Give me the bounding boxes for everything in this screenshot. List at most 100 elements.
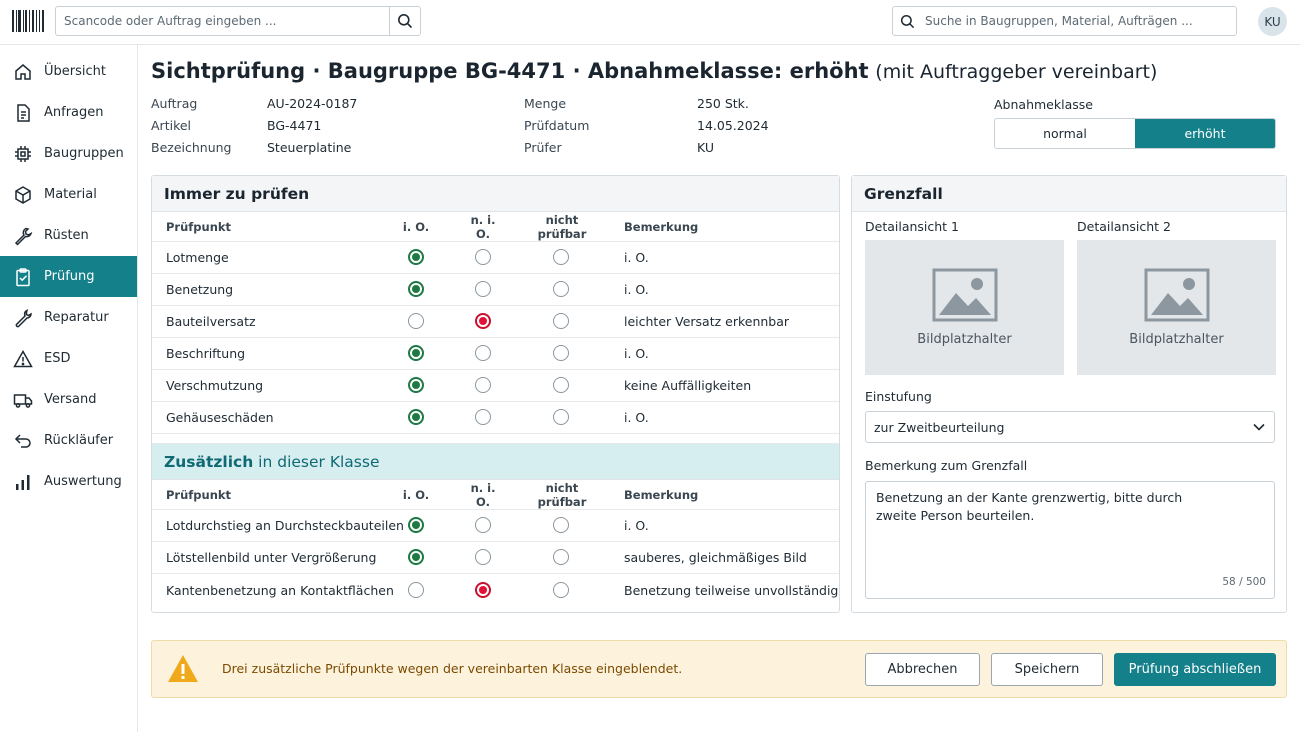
sidebar-item-ruesten[interactable]: Rüsten [0, 215, 137, 256]
check-panel: Immer zu prüfen Prüfpunkt i. O. n. i. O.… [151, 175, 840, 613]
sidebar-item-label: Anfragen [44, 105, 104, 120]
radio-io[interactable] [408, 409, 424, 425]
radio-nio[interactable] [475, 313, 491, 329]
radio-io[interactable] [408, 249, 424, 265]
radio-np[interactable] [553, 281, 569, 297]
user-avatar[interactable]: KU [1258, 7, 1287, 36]
bemerkung-textarea[interactable]: Benetzung an der Kante grenzwertig, bitt… [865, 481, 1275, 599]
sidebar-item-material[interactable]: Material [0, 174, 137, 215]
radio-nio[interactable] [475, 377, 491, 393]
save-button[interactable]: Speichern [991, 653, 1103, 686]
radio-io[interactable] [408, 377, 424, 393]
radio-io[interactable] [408, 345, 424, 361]
row-name: Lotdurchstieg an Durchsteckbauteilen [166, 518, 404, 533]
sidebar-item-reparatur[interactable]: Reparatur [0, 297, 137, 338]
einstufung-label: Einstufung [865, 389, 932, 404]
row-name: Verschmutzung [166, 378, 264, 393]
klasse-option-erhoeht[interactable]: erhöht [1135, 119, 1275, 148]
section-gap [152, 434, 839, 444]
sidebar-item-anfragen[interactable]: Anfragen [0, 92, 137, 133]
row-remark[interactable]: i. O. [624, 250, 649, 265]
barcode-logo-icon [12, 10, 45, 32]
radio-io[interactable] [408, 313, 424, 329]
col-header-remark: Bemerkung [624, 219, 699, 234]
scan-search-button[interactable] [389, 7, 420, 35]
radio-nio[interactable] [475, 345, 491, 361]
detail-view-2-label: Detailansicht 2 [1077, 219, 1172, 234]
row-remark[interactable]: i. O. [624, 518, 649, 533]
meta-left: Auftrag AU-2024-0187 Artikel BG-4471 Bezei… [151, 96, 357, 162]
global-search-input[interactable] [921, 14, 1236, 28]
radio-io[interactable] [408, 581, 424, 598]
scan-input[interactable] [56, 7, 389, 35]
sidebar-item-esd[interactable]: ESD [0, 338, 137, 379]
sidebar-item-label: Material [44, 187, 97, 202]
radio-nio[interactable] [475, 581, 491, 598]
radio-np[interactable] [553, 517, 569, 533]
col-header-np: nicht prüfbar [537, 480, 587, 509]
sidebar-item-auswertung[interactable]: Auswertung [0, 461, 137, 502]
row-remark[interactable]: Benetzung teilweise unvollständig [624, 583, 838, 598]
sidebar-item-label: Übersicht [44, 64, 106, 79]
sidebar-item-baugruppen[interactable]: Baugruppen [0, 133, 137, 174]
row-name: Beschriftung [166, 346, 246, 361]
radio-np[interactable] [553, 377, 569, 393]
sidebar-item-ruecklaeufer[interactable]: Rückläufer [0, 420, 137, 461]
row-remark[interactable]: sauberes, gleichmäßiges Bild [624, 550, 807, 565]
radio-io[interactable] [408, 549, 424, 565]
cancel-button[interactable]: Abbrechen [865, 653, 980, 686]
section-title-extra-suffix: in dieser Klasse [253, 452, 380, 471]
sidebar-item-label: Rüsten [44, 228, 89, 243]
row-remark[interactable]: i. O. [624, 410, 649, 425]
page-title-main: Sichtprüfung · Baugruppe BG-4471 · Abnah… [151, 59, 869, 83]
sidebar-item-versand[interactable]: Versand [0, 379, 137, 420]
radio-io[interactable] [408, 281, 424, 297]
detail-image-1[interactable]: Bildplatzhalter [865, 240, 1064, 375]
row-remark[interactable]: i. O. [624, 346, 649, 361]
section-title-always: Immer zu prüfen [152, 176, 839, 212]
sidebar-item-label: Baugruppen [44, 146, 124, 161]
sidebar-item-label: Auswertung [44, 474, 122, 489]
image-placeholder-label: Bildplatzhalter [917, 332, 1012, 347]
radio-nio[interactable] [475, 549, 491, 565]
meta-key: Menge [524, 96, 567, 111]
sidebar-item-uebersicht[interactable]: Übersicht [0, 51, 137, 92]
radio-np[interactable] [553, 549, 569, 565]
col-header-nio: n. i. O. [470, 212, 496, 241]
footer-bar: Drei zusätzliche Prüfpunkte wegen der ve… [151, 640, 1287, 698]
radio-np[interactable] [553, 581, 569, 598]
radio-nio[interactable] [475, 517, 491, 533]
col-header-np: nicht prüfbar [537, 212, 587, 241]
image-placeholder-icon [932, 268, 997, 322]
radio-np[interactable] [553, 313, 569, 329]
radio-np[interactable] [553, 345, 569, 361]
sidebar-item-label: Prüfung [44, 269, 95, 284]
radio-np[interactable] [553, 409, 569, 425]
meta-key: Prüfdatum [524, 118, 590, 133]
bemerkung-text: Benetzung an der Kante grenzwertig, bitt… [876, 490, 1183, 523]
table-header: Prüfpunkt i. O. n. i. O. nicht prüfbar B… [152, 480, 839, 510]
radio-np[interactable] [553, 249, 569, 265]
chevron-down-icon [1253, 423, 1265, 431]
col-header-remark: Bemerkung [624, 487, 699, 502]
table-row: Lotdurchstieg an Durchsteckbauteilen i. … [152, 510, 839, 542]
detail-image-2[interactable]: Bildplatzhalter [1077, 240, 1276, 375]
row-remark[interactable]: keine Auffälligkeiten [624, 378, 751, 393]
detail-view-1-label: Detailansicht 1 [865, 219, 960, 234]
radio-nio[interactable] [475, 249, 491, 265]
sidebar-item-pruefung[interactable]: Prüfung [0, 256, 137, 297]
einstufung-select[interactable]: zur Zweitbeurteilung [865, 411, 1275, 443]
radio-nio[interactable] [475, 409, 491, 425]
finish-inspection-button[interactable]: Prüfung abschließen [1114, 653, 1276, 686]
meta-value: 14.05.2024 [697, 118, 769, 133]
row-remark[interactable]: i. O. [624, 282, 649, 297]
row-name: Gehäuseschäden [166, 410, 274, 425]
klasse-option-normal[interactable]: normal [995, 119, 1135, 148]
table-row: Beschriftung i. O. [152, 338, 839, 370]
radio-nio[interactable] [475, 281, 491, 297]
meta-key: Auftrag [151, 96, 198, 111]
row-remark[interactable]: leichter Versatz erkennbar [624, 314, 789, 329]
top-bar: KU [0, 0, 1300, 45]
image-placeholder-label: Bildplatzhalter [1129, 332, 1224, 347]
radio-io[interactable] [408, 517, 424, 533]
